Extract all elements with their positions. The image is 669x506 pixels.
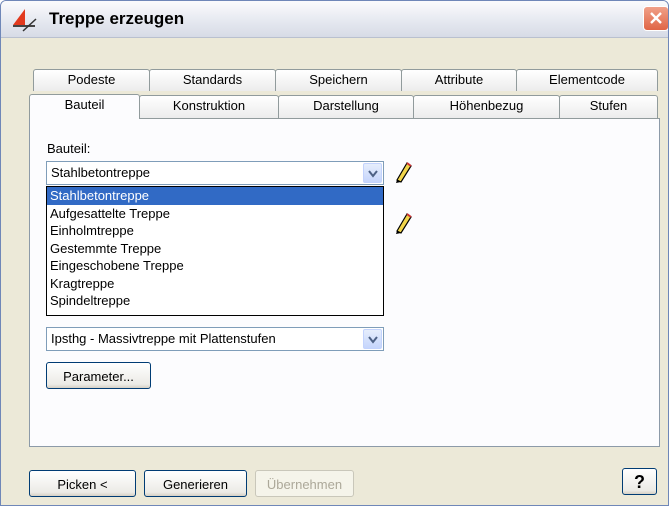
close-button[interactable] [643, 6, 668, 31]
tab-darstellung[interactable]: Darstellung [278, 95, 414, 118]
tab-label: Elementcode [549, 72, 625, 87]
tab-label: Speichern [309, 72, 368, 87]
tab-standards[interactable]: Standards [149, 69, 276, 91]
stair-app-icon [11, 7, 37, 33]
tab-podeste[interactable]: Podeste [33, 69, 150, 91]
tab-konstruktion[interactable]: Konstruktion [139, 95, 279, 118]
picken-button[interactable]: Picken < [29, 470, 136, 497]
tab-elementcode[interactable]: Elementcode [516, 69, 658, 91]
tab-speichern[interactable]: Speichern [275, 69, 402, 91]
list-item[interactable]: Gestemmte Treppe [47, 240, 383, 258]
tab-stufen[interactable]: Stufen [559, 95, 658, 118]
type-select[interactable]: Ipsthg - Massivtreppe mit Plattenstufen [46, 327, 384, 351]
pencil-icon[interactable] [393, 160, 415, 184]
tab-label: Höhenbezug [449, 98, 524, 113]
chevron-down-icon[interactable] [363, 329, 382, 349]
bauteil-label: Bauteil: [47, 141, 91, 156]
tab-label: Darstellung [313, 98, 379, 113]
list-item[interactable]: Eingeschobene Treppe [47, 257, 383, 275]
tab-label: Konstruktion [172, 98, 246, 113]
tab-label: Attribute [434, 72, 484, 87]
chevron-down-icon[interactable] [363, 163, 382, 183]
list-item[interactable]: Aufgesattelte Treppe [47, 205, 383, 223]
tab-attribute[interactable]: Attribute [401, 69, 517, 91]
tab-label: Bauteil [64, 97, 105, 112]
window-title: Treppe erzeugen [49, 9, 185, 28]
pencil-icon[interactable] [393, 211, 415, 235]
bauteil-select-value: Stahlbetontreppe [51, 165, 151, 180]
generieren-button[interactable]: Generieren [144, 470, 247, 497]
tab-label: Stufen [589, 98, 628, 113]
tab-label: Podeste [67, 72, 116, 87]
parameter-button[interactable]: Parameter... [46, 362, 151, 389]
help-button[interactable]: ? [622, 468, 657, 495]
bauteil-select[interactable]: Stahlbetontreppe [46, 161, 384, 185]
uebernehmen-button[interactable]: Übernehmen [255, 470, 354, 497]
type-select-value: Ipsthg - Massivtreppe mit Plattenstufen [51, 331, 276, 346]
dialog-window: Treppe erzeugen Podeste Standards Speich… [0, 0, 669, 506]
tab-hoehenbezug[interactable]: Höhenbezug [413, 95, 560, 118]
close-icon [650, 12, 662, 24]
list-item[interactable]: Stahlbetontreppe [47, 187, 383, 205]
tab-bauteil[interactable]: Bauteil [29, 94, 140, 119]
bauteil-dropdown-list[interactable]: Stahlbetontreppe Aufgesattelte Treppe Ei… [46, 186, 384, 316]
list-item[interactable]: Kragtreppe [47, 275, 383, 293]
tab-label: Standards [182, 72, 243, 87]
title-bar[interactable]: Treppe erzeugen [1, 1, 668, 38]
list-item[interactable]: Einholmtreppe [47, 222, 383, 240]
list-item[interactable]: Spindeltreppe [47, 292, 383, 310]
